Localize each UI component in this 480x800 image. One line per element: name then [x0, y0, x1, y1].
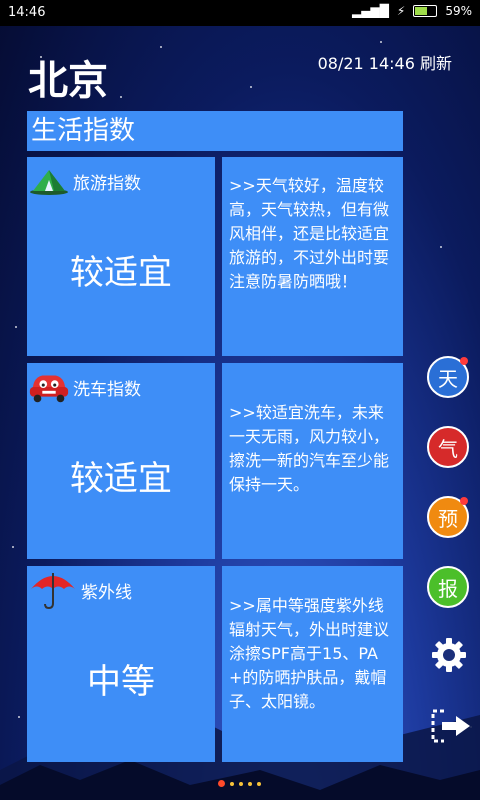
status-time: 14:46	[8, 5, 46, 20]
page-dot-active	[218, 780, 225, 787]
card-header: 紫外线	[27, 568, 132, 612]
side-nav-qi[interactable]: 气	[427, 426, 469, 468]
uv-index-card[interactable]: 紫外线 中等	[27, 566, 215, 762]
card-detail-text: >>较适宜洗车，未来一天无雨，风力较小，擦洗一新的汽车至少能保持一天。	[229, 403, 390, 494]
city-name: 北京	[28, 58, 108, 104]
gear-icon[interactable]	[430, 636, 468, 674]
side-nav-label: 气	[438, 436, 458, 461]
page-dot	[230, 781, 234, 786]
charging-icon: ⚡	[396, 4, 406, 18]
side-nav-label: 天	[438, 366, 458, 391]
umbrella-icon	[27, 568, 79, 612]
carwash-index-card[interactable]: 洗车指数 较适宜	[27, 363, 215, 559]
status-bar: 14:46 ▂▄▆█ ⚡ 59%	[0, 0, 480, 26]
refresh-timestamp[interactable]: 08/21 14:46 刷新	[318, 50, 452, 74]
battery-icon	[413, 5, 438, 17]
card-value: 较适宜	[70, 253, 172, 293]
tent-icon	[27, 163, 71, 199]
side-nav-yu[interactable]: 预	[427, 496, 469, 538]
side-nav-label: 报	[438, 576, 458, 601]
card-header: 旅游指数	[27, 163, 141, 199]
card-detail-text: >>属中等强度紫外线辐射天气，外出时建议涂擦SPF高于15、PA+的防晒护肤品，…	[229, 596, 390, 711]
card-label: 旅游指数	[73, 173, 141, 194]
signal-icon: ▂▄▆█	[351, 4, 389, 18]
notification-dot	[460, 357, 468, 365]
uv-index-detail: >>属中等强度紫外线辐射天气，外出时建议涂擦SPF高于15、PA+的防晒护肤品，…	[222, 566, 403, 762]
card-header: 洗车指数	[27, 369, 141, 405]
section-title: 生活指数	[27, 111, 403, 151]
page-dot	[239, 781, 243, 786]
card-label: 紫外线	[81, 582, 132, 603]
side-nav-label: 预	[438, 506, 458, 531]
notification-dot	[460, 497, 468, 505]
carwash-index-detail: >>较适宜洗车，未来一天无雨，风力较小，擦洗一新的汽车至少能保持一天。	[222, 363, 403, 559]
travel-index-card[interactable]: 旅游指数 较适宜	[27, 157, 215, 356]
card-value: 中等	[87, 662, 155, 702]
card-label: 洗车指数	[73, 379, 141, 400]
page-dot	[248, 781, 252, 786]
battery-level: 59%	[445, 4, 472, 18]
card-detail-text: >>天气较好，温度较高，天气较热，但有微风相伴，还是比较适宜旅游的，不过外出时要…	[229, 176, 390, 291]
status-icons: ▂▄▆█ ⚡ 59%	[352, 4, 472, 18]
page-dot	[257, 781, 261, 786]
card-value: 较适宜	[70, 459, 172, 499]
exit-icon[interactable]	[430, 708, 472, 744]
car-icon	[27, 369, 71, 405]
page-indicator	[218, 780, 261, 787]
side-nav-tian[interactable]: 天	[427, 356, 469, 398]
side-nav-bao[interactable]: 报	[427, 566, 469, 608]
travel-index-detail: >>天气较好，温度较高，天气较热，但有微风相伴，还是比较适宜旅游的，不过外出时要…	[222, 157, 403, 356]
